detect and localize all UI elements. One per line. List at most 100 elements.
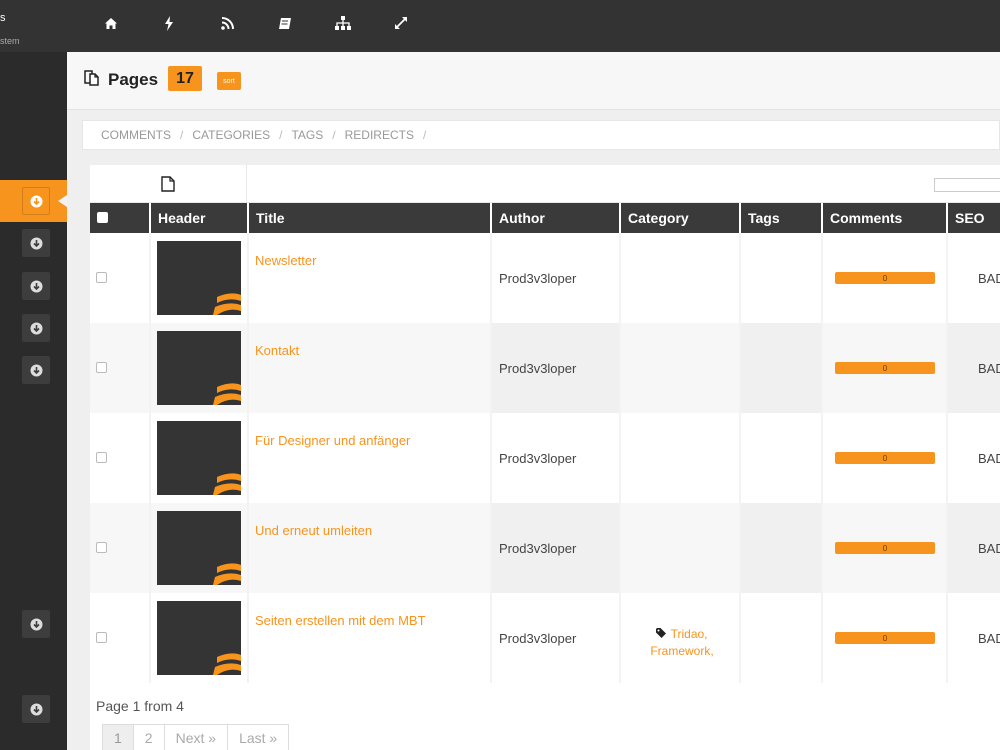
circle-down-icon[interactable] — [22, 610, 50, 638]
expand-icon[interactable] — [372, 12, 430, 34]
category-link[interactable]: Tridao, — [671, 627, 708, 641]
page-title: Pages — [83, 68, 158, 92]
rss-icon[interactable] — [198, 12, 256, 34]
header-thumbnail[interactable] — [157, 331, 241, 405]
breadcrumb-separator: / — [180, 128, 184, 142]
brand-subtitle: stem — [0, 36, 20, 46]
breadcrumb-separator: / — [279, 128, 283, 142]
circle-down-icon[interactable] — [22, 356, 50, 384]
page-link[interactable]: 2 — [132, 724, 165, 750]
seo-status: BAD — [947, 503, 1000, 593]
column-header[interactable]: Tags — [740, 203, 823, 233]
breadcrumb-comments[interactable]: COMMENTS — [101, 128, 171, 142]
sitemap-icon[interactable] — [314, 12, 372, 34]
circle-down-icon[interactable] — [22, 187, 50, 215]
author-cell: Prod3v3loper — [491, 503, 621, 593]
select-all-checkbox[interactable] — [97, 212, 108, 223]
comments-count-badge[interactable]: 0 — [835, 362, 935, 374]
next-page-link[interactable]: Next » — [163, 724, 229, 750]
category-link[interactable]: Framework, — [625, 643, 739, 660]
category-cell — [620, 503, 741, 593]
header-thumbnail[interactable] — [157, 241, 241, 315]
author-cell: Prod3v3loper — [491, 413, 621, 503]
circle-down-icon[interactable] — [22, 229, 50, 257]
sort-button[interactable]: sort — [217, 72, 241, 90]
breadcrumb-tags[interactable]: TAGS — [291, 128, 323, 142]
row-checkbox[interactable] — [96, 631, 107, 643]
column-header[interactable]: SEO — [947, 203, 1000, 233]
tags-cell — [740, 593, 823, 683]
book-icon[interactable] — [256, 12, 314, 34]
circle-down-icon[interactable] — [22, 314, 50, 342]
tags-cell — [740, 413, 823, 503]
header-thumbnail[interactable] — [157, 601, 241, 675]
top-nav — [82, 12, 430, 34]
row-checkbox[interactable] — [96, 361, 107, 373]
last-page-link[interactable]: Last » — [227, 724, 290, 750]
breadcrumb-separator: / — [332, 128, 336, 142]
author-cell: Prod3v3loper — [491, 233, 621, 323]
tags-cell — [740, 323, 823, 413]
circle-down-icon[interactable] — [22, 272, 50, 300]
row-checkbox[interactable] — [96, 541, 107, 553]
category-cell — [620, 323, 741, 413]
category-cell — [620, 233, 741, 323]
circle-down-icon[interactable] — [22, 695, 50, 723]
header-thumbnail[interactable] — [157, 511, 241, 585]
pages-table: Header Title Author Category Tags Commen… — [90, 203, 1000, 683]
tags-cell — [740, 503, 823, 593]
column-header[interactable]: Comments — [822, 203, 948, 233]
header-thumbnail[interactable] — [157, 421, 241, 495]
comments-count-badge[interactable]: 0 — [835, 632, 935, 644]
bolt-icon[interactable] — [140, 12, 198, 34]
author-cell: Prod3v3loper — [491, 593, 621, 683]
table-row[interactable]: Für Designer und anfänger Prod3v3loper 0… — [90, 413, 1000, 503]
breadcrumb: COMMENTS / CATEGORIES / TAGS / REDIRECTS… — [82, 120, 1000, 150]
seo-status: BAD — [947, 233, 1000, 323]
column-header[interactable]: Author — [491, 203, 621, 233]
seo-status: BAD — [947, 323, 1000, 413]
top-bar: s stem — [0, 0, 1000, 52]
new-page-icon[interactable] — [90, 165, 247, 203]
table-header-row: Header Title Author Category Tags Commen… — [90, 203, 1000, 233]
page-title-link[interactable]: Für Designer und anfänger — [248, 413, 492, 503]
seo-status: BAD — [947, 413, 1000, 503]
page-count-badge: 17 — [168, 66, 202, 91]
table-row[interactable]: Seiten erstellen mit dem MBT Prod3v3lope… — [90, 593, 1000, 683]
breadcrumb-separator: / — [422, 128, 427, 142]
row-checkbox[interactable] — [96, 451, 107, 463]
sidebar-item-active[interactable] — [0, 180, 67, 222]
brand-title: s — [0, 12, 6, 24]
table-row[interactable]: Kontakt Prod3v3loper 0 BAD — [90, 323, 1000, 413]
row-checkbox[interactable] — [96, 271, 107, 283]
comments-count-badge[interactable]: 0 — [835, 272, 935, 284]
breadcrumb-redirects[interactable]: REDIRECTS — [345, 128, 414, 142]
author-cell: Prod3v3loper — [491, 323, 621, 413]
page-title-link[interactable]: Und erneut umleiten — [248, 503, 492, 593]
page-title-link[interactable]: Seiten erstellen mit dem MBT — [248, 593, 492, 683]
home-icon[interactable] — [82, 12, 140, 34]
page-header: Pages 17 sort — [67, 52, 1000, 110]
table-row[interactable]: Und erneut umleiten Prod3v3loper 0 BAD — [90, 503, 1000, 593]
select-all-header[interactable] — [90, 203, 151, 233]
page-title-link[interactable]: Kontakt — [248, 323, 492, 413]
column-header[interactable]: Header — [150, 203, 249, 233]
category-cell: Tridao, Framework, — [620, 593, 741, 683]
page-link-current[interactable]: 1 — [102, 724, 134, 750]
sidebar-active-pointer — [58, 195, 67, 207]
column-header[interactable]: Category — [620, 203, 741, 233]
comments-count-badge[interactable]: 0 — [835, 452, 935, 464]
comments-count-badge[interactable]: 0 — [835, 542, 935, 554]
category-cell — [620, 413, 741, 503]
seo-status: BAD — [947, 593, 1000, 683]
pages-icon — [83, 68, 102, 92]
table-row[interactable]: Newsletter Prod3v3loper 0 BAD — [90, 233, 1000, 323]
page-title-link[interactable]: Newsletter — [248, 233, 492, 323]
pagination-info: Page 1 from 4 — [96, 698, 184, 714]
tags-cell — [740, 233, 823, 323]
breadcrumb-categories[interactable]: CATEGORIES — [192, 128, 270, 142]
tag-icon — [656, 627, 667, 641]
column-header[interactable]: Title — [248, 203, 492, 233]
pagination: 1 2 Next » Last » — [102, 724, 290, 750]
search-input[interactable] — [934, 178, 1000, 192]
